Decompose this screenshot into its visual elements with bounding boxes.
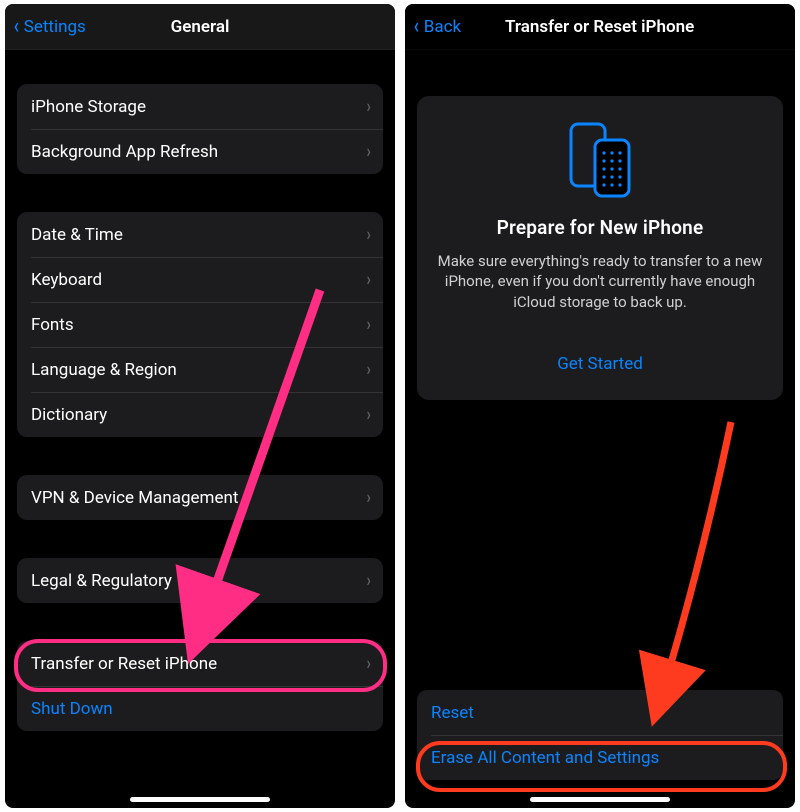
chevron-right-icon: ›: [366, 314, 370, 335]
row-label: Reset: [431, 703, 474, 723]
row-label: Background App Refresh: [31, 142, 218, 162]
chevron-right-icon: ›: [366, 359, 370, 380]
reset-options-group: Reset Erase All Content and Settings: [417, 690, 783, 780]
home-indicator[interactable]: [530, 797, 670, 802]
prepare-card: Prepare for New iPhone Make sure everyth…: [417, 96, 783, 400]
settings-group-storage: iPhone Storage › Background App Refresh …: [17, 84, 383, 174]
row-vpn-device-management[interactable]: VPN & Device Management ›: [17, 475, 383, 520]
row-legal-regulatory[interactable]: Legal & Regulatory ›: [17, 558, 383, 603]
chevron-right-icon: ›: [366, 570, 370, 591]
row-label: Date & Time: [31, 225, 123, 245]
prepare-title: Prepare for New iPhone: [437, 216, 763, 239]
row-label: Fonts: [31, 315, 74, 335]
row-label: Erase All Content and Settings: [431, 748, 659, 768]
home-indicator[interactable]: [130, 797, 270, 802]
row-label: Legal & Regulatory: [31, 571, 172, 591]
row-label: Shut Down: [31, 699, 113, 719]
back-button[interactable]: ‹ Settings: [13, 4, 86, 49]
chevron-right-icon: ›: [366, 96, 370, 117]
row-label: Dictionary: [31, 405, 107, 425]
get-started-button[interactable]: Get Started: [437, 354, 763, 374]
row-erase-all[interactable]: Erase All Content and Settings: [417, 735, 783, 780]
row-iphone-storage[interactable]: iPhone Storage ›: [17, 84, 383, 129]
prepare-body: Make sure everything's ready to transfer…: [437, 251, 763, 312]
chevron-left-icon: ‹: [414, 16, 419, 38]
row-label: Language & Region: [31, 360, 177, 380]
back-label: Back: [424, 17, 461, 37]
chevron-right-icon: ›: [366, 653, 370, 674]
row-label: Keyboard: [31, 270, 102, 290]
back-button[interactable]: ‹ Back: [413, 4, 461, 49]
settings-group-system: Date & Time › Keyboard › Fonts › Languag…: [17, 212, 383, 437]
row-label: Transfer or Reset iPhone: [31, 654, 217, 674]
chevron-right-icon: ›: [366, 224, 370, 245]
row-language-region[interactable]: Language & Region ›: [17, 347, 383, 392]
nav-bar: ‹ Settings General: [5, 4, 395, 50]
row-fonts[interactable]: Fonts ›: [17, 302, 383, 347]
two-iphones-icon: [437, 120, 763, 198]
row-background-app-refresh[interactable]: Background App Refresh ›: [17, 129, 383, 174]
page-title: General: [171, 17, 230, 37]
left-screenshot: ‹ Settings General iPhone Storage › Back…: [5, 4, 395, 808]
row-label: VPN & Device Management: [31, 488, 238, 508]
nav-bar: ‹ Back Transfer or Reset iPhone: [405, 4, 795, 50]
chevron-left-icon: ‹: [14, 16, 19, 38]
settings-group-reset: Transfer or Reset iPhone › Shut Down: [17, 641, 383, 731]
row-date-time[interactable]: Date & Time ›: [17, 212, 383, 257]
right-screenshot: ‹ Back Transfer or Reset iPhone: [405, 4, 795, 808]
row-keyboard[interactable]: Keyboard ›: [17, 257, 383, 302]
row-reset[interactable]: Reset: [417, 690, 783, 735]
row-dictionary[interactable]: Dictionary ›: [17, 392, 383, 437]
page-title: Transfer or Reset iPhone: [505, 17, 781, 37]
chevron-right-icon: ›: [366, 487, 370, 508]
chevron-right-icon: ›: [366, 141, 370, 162]
settings-group-vpn: VPN & Device Management ›: [17, 475, 383, 520]
settings-group-legal: Legal & Regulatory ›: [17, 558, 383, 603]
row-label: iPhone Storage: [31, 97, 146, 117]
back-label: Settings: [24, 17, 86, 37]
row-shut-down[interactable]: Shut Down: [17, 686, 383, 731]
row-transfer-or-reset[interactable]: Transfer or Reset iPhone ›: [17, 641, 383, 686]
chevron-right-icon: ›: [366, 404, 370, 425]
chevron-right-icon: ›: [366, 269, 370, 290]
